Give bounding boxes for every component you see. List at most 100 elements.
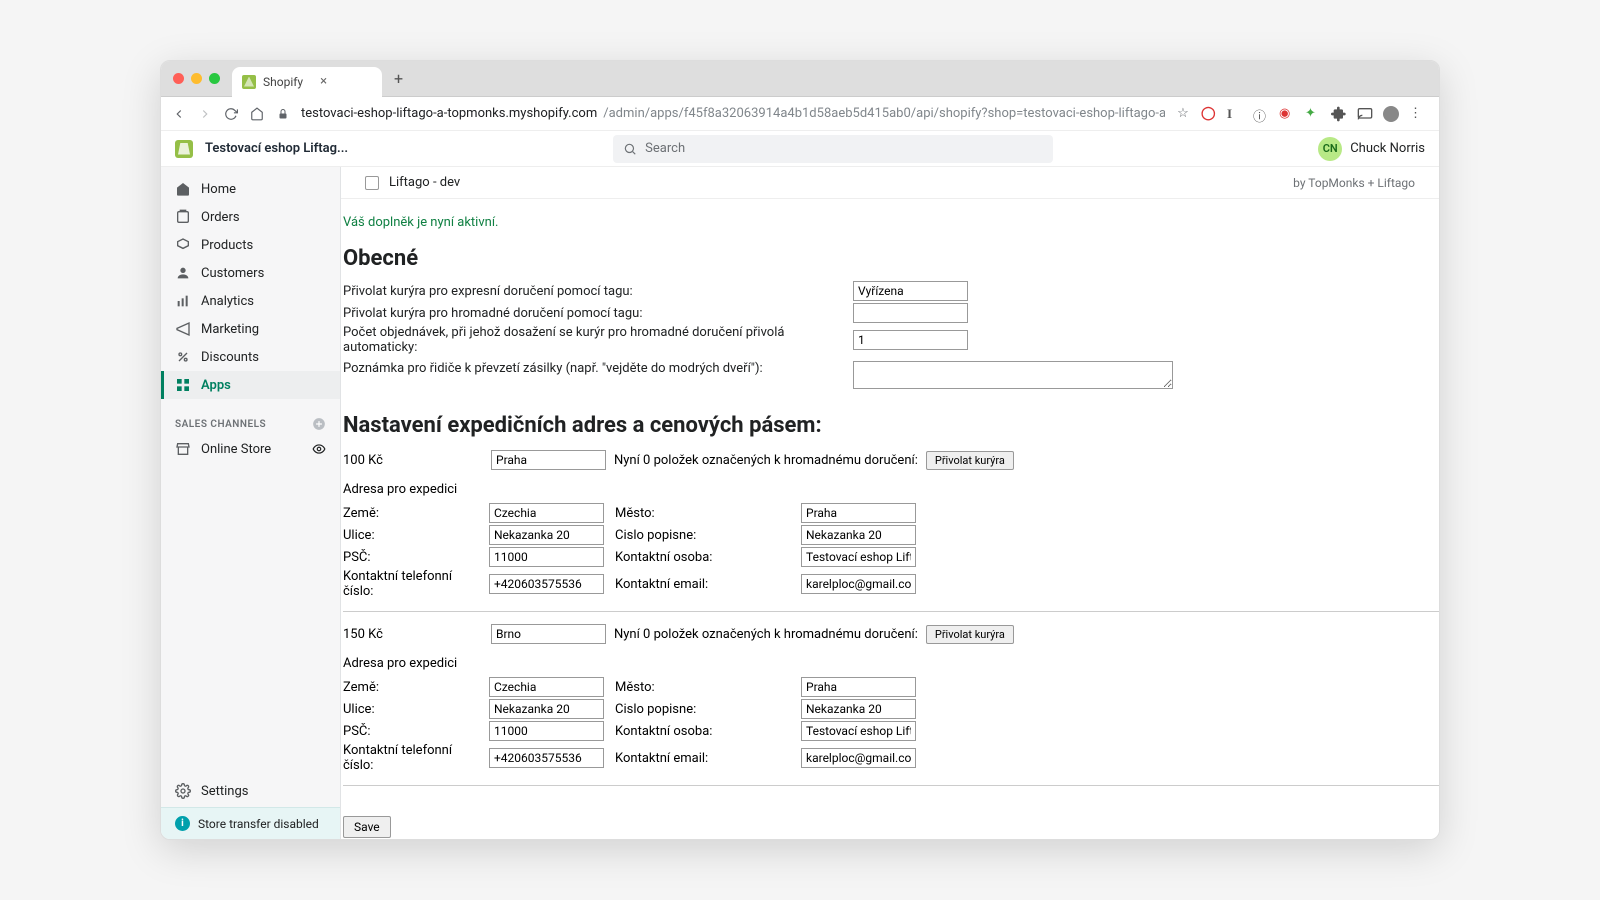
sales-channels-header: SALES CHANNELS	[161, 407, 340, 435]
gear-icon	[175, 783, 191, 799]
close-window-icon[interactable]	[173, 73, 184, 84]
close-tab-icon[interactable]: ×	[320, 74, 327, 89]
section-zones: Nastavení expedičních adres a cenových p…	[343, 413, 1439, 438]
zip-input[interactable]	[489, 547, 604, 567]
zone-price: 150 Kč	[343, 627, 483, 642]
call-courier-button[interactable]: Přivolat kurýra	[926, 625, 1014, 644]
express-tag-input[interactable]	[853, 281, 968, 301]
search-input[interactable]: Search	[613, 135, 1053, 163]
ext-icon[interactable]: ◉	[1279, 106, 1295, 122]
back-icon[interactable]	[171, 106, 187, 122]
cast-icon[interactable]	[1357, 106, 1373, 122]
minimize-window-icon[interactable]	[191, 73, 202, 84]
sidebar-item-products[interactable]: Products	[161, 231, 340, 259]
zip-input[interactable]	[489, 721, 604, 741]
contact-input[interactable]	[801, 547, 916, 567]
sidebar-item-analytics[interactable]: Analytics	[161, 287, 340, 315]
store-name[interactable]: Testovací eshop Liftag...	[205, 141, 348, 156]
order-count-input[interactable]	[853, 330, 968, 350]
sidebar-item-customers[interactable]: Customers	[161, 259, 340, 287]
store-transfer-banner[interactable]: iStore transfer disabled	[161, 807, 340, 839]
sidebar-item-label: Customers	[201, 266, 264, 281]
label: Kontaktní osoba:	[615, 550, 795, 565]
url-path: /admin/apps/f45f8a32063914a4b1d58aeb5d41…	[603, 106, 1165, 121]
zone-name-input[interactable]	[491, 450, 606, 470]
customers-icon	[175, 265, 191, 281]
label: Počet objednávek, při jehož dosažení se …	[343, 325, 853, 355]
user-menu[interactable]: CN Chuck Norris	[1318, 137, 1425, 161]
app-icon	[365, 176, 379, 190]
profile-avatar-icon[interactable]	[1383, 106, 1399, 122]
shopify-favicon-icon	[242, 75, 256, 89]
street-input[interactable]	[489, 699, 604, 719]
status-message: Váš doplněk je nyní aktivní.	[343, 207, 1439, 236]
info-icon: i	[175, 816, 190, 831]
label: Země:	[343, 680, 483, 695]
add-channel-icon[interactable]	[312, 417, 326, 431]
sales-channels-label: SALES CHANNELS	[175, 419, 266, 430]
save-button[interactable]: Save	[343, 816, 391, 838]
house-input[interactable]	[801, 525, 916, 545]
browser-menu-icon[interactable]: ⋮	[1409, 106, 1425, 122]
sidebar-item-label: Home	[201, 182, 236, 197]
sidebar-item-label: Online Store	[201, 442, 271, 457]
sidebar-item-label: Products	[201, 238, 253, 253]
city-input[interactable]	[801, 503, 916, 523]
sidebar-item-settings[interactable]: Settings	[161, 775, 340, 807]
maximize-window-icon[interactable]	[209, 73, 220, 84]
country-input[interactable]	[489, 677, 604, 697]
row-bulk-tag: Přivolat kurýra pro hromadné doručení po…	[343, 303, 1439, 323]
city-input[interactable]	[801, 677, 916, 697]
user-name: Chuck Norris	[1350, 141, 1425, 156]
ext-icon[interactable]: ⓘ	[1253, 106, 1269, 122]
sidebar-item-apps[interactable]: Apps	[161, 371, 340, 399]
sidebar-item-online-store[interactable]: Online Store	[161, 435, 340, 463]
tab-title: Shopify	[263, 75, 303, 89]
ext-icon[interactable]: ✦	[1305, 106, 1321, 122]
extensions-icon[interactable]	[1331, 106, 1347, 122]
country-input[interactable]	[489, 503, 604, 523]
zone-name-input[interactable]	[491, 624, 606, 644]
street-input[interactable]	[489, 525, 604, 545]
search-placeholder: Search	[645, 141, 685, 156]
label: Ulice:	[343, 528, 483, 543]
new-tab-icon[interactable]: +	[394, 69, 403, 88]
reload-icon[interactable]	[223, 106, 239, 122]
dispatch-heading: Adresa pro expedici	[343, 656, 1439, 671]
zone-block: 100 Kč Nyní 0 položek označených k hroma…	[343, 450, 1439, 599]
label: Kontaktní email:	[615, 751, 795, 766]
label: Poznámka pro řidiče k převzetí zásilky (…	[343, 361, 853, 376]
app-header: Liftago - dev by TopMonks + Liftago	[341, 167, 1439, 199]
apps-icon	[175, 377, 191, 393]
star-icon[interactable]: ☆	[1175, 106, 1191, 122]
bulk-tag-input[interactable]	[853, 303, 968, 323]
sidebar-item-label: Apps	[201, 378, 231, 393]
app-title: Liftago - dev	[389, 175, 460, 190]
driver-note-input[interactable]	[853, 361, 1173, 389]
sidebar-item-marketing[interactable]: Marketing	[161, 315, 340, 343]
ext-icon[interactable]: ◯	[1201, 106, 1217, 122]
label: Kontaktní telefonní číslo:	[343, 569, 483, 599]
label: PSČ:	[343, 724, 483, 739]
main-content: Liftago - dev by TopMonks + Liftago Váš …	[341, 167, 1439, 839]
sidebar-item-discounts[interactable]: Discounts	[161, 343, 340, 371]
contact-input[interactable]	[801, 721, 916, 741]
sidebar-item-label: Discounts	[201, 350, 259, 365]
forward-icon[interactable]	[197, 106, 213, 122]
address-bar[interactable]: testovaci-eshop-liftago-a-topmonks.mysho…	[301, 106, 1165, 121]
email-input[interactable]	[801, 748, 916, 768]
email-input[interactable]	[801, 574, 916, 594]
label: Ulice:	[343, 702, 483, 717]
phone-input[interactable]	[489, 574, 604, 594]
browser-tab[interactable]: Shopify ×	[232, 67, 382, 97]
call-courier-button[interactable]: Přivolat kurýra	[926, 451, 1014, 470]
sidebar-item-home[interactable]: Home	[161, 175, 340, 203]
phone-input[interactable]	[489, 748, 604, 768]
ext-icon[interactable]: I	[1227, 106, 1243, 122]
view-store-icon[interactable]	[312, 442, 326, 456]
home-icon[interactable]	[249, 106, 265, 122]
house-input[interactable]	[801, 699, 916, 719]
window-controls	[173, 73, 220, 84]
label: Země:	[343, 506, 483, 521]
sidebar-item-orders[interactable]: Orders	[161, 203, 340, 231]
